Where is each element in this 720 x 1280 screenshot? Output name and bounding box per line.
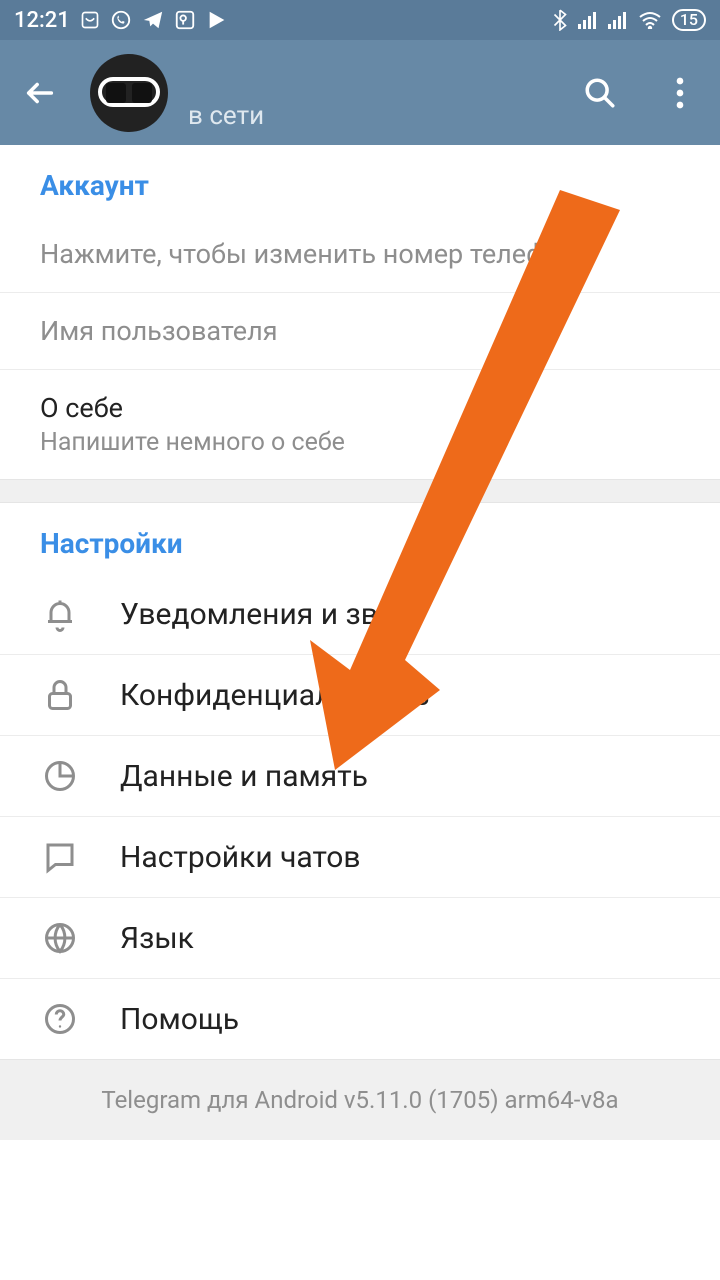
globe-icon <box>30 920 90 956</box>
username-row[interactable]: Имя пользователя <box>0 293 720 370</box>
data-row[interactable]: Данные и память <box>0 736 720 817</box>
bluetooth-icon <box>552 9 568 31</box>
about-title: О себе <box>40 392 680 424</box>
section-divider <box>0 479 720 503</box>
battery-indicator: 15 <box>672 9 706 31</box>
status-bar: 12:21 15 <box>0 0 720 40</box>
user-status: в сети <box>188 101 264 131</box>
privacy-row[interactable]: Конфиденциальность <box>0 655 720 736</box>
play-store-icon <box>206 9 228 31</box>
signal-2-icon <box>608 11 628 29</box>
settings-section-title: Настройки <box>0 503 720 574</box>
settings-section: Настройки Уведомления и звук Конфиденциа… <box>0 503 720 1059</box>
lock-icon <box>30 677 90 713</box>
pie-chart-icon <box>30 758 90 794</box>
language-label: Язык <box>120 921 194 956</box>
maps-icon <box>174 9 196 31</box>
more-menu-button[interactable] <box>660 73 700 113</box>
notifications-label: Уведомления и звук <box>120 597 408 632</box>
back-button[interactable] <box>20 73 60 113</box>
signal-1-icon <box>578 11 598 29</box>
phone-hint: Нажмите, чтобы изменить номер телефона <box>40 238 680 270</box>
app-bar: в сети <box>0 40 720 145</box>
help-row[interactable]: Помощь <box>0 979 720 1059</box>
whatsapp-icon <box>110 9 132 31</box>
help-label: Помощь <box>120 1002 239 1037</box>
chat-icon <box>30 839 90 875</box>
avatar[interactable] <box>90 54 168 132</box>
chats-label: Настройки чатов <box>120 840 361 875</box>
version-text: Telegram для Android v5.11.0 (1705) arm6… <box>101 1086 618 1114</box>
account-section-title: Аккаунт <box>0 145 720 216</box>
about-row[interactable]: О себе Напишите немного о себе <box>0 370 720 479</box>
wifi-icon <box>638 11 662 29</box>
account-section: Аккаунт Нажмите, чтобы изменить номер те… <box>0 145 720 479</box>
bell-icon <box>30 596 90 632</box>
about-hint: Напишите немного о себе <box>40 428 680 457</box>
version-footer: Telegram для Android v5.11.0 (1705) arm6… <box>0 1059 720 1140</box>
chats-row[interactable]: Настройки чатов <box>0 817 720 898</box>
privacy-label: Конфиденциальность <box>120 678 430 713</box>
content-scroll[interactable]: Аккаунт Нажмите, чтобы изменить номер те… <box>0 145 720 1280</box>
phone-row[interactable]: Нажмите, чтобы изменить номер телефона <box>0 216 720 293</box>
notifications-row[interactable]: Уведомления и звук <box>0 574 720 655</box>
search-button[interactable] <box>580 73 620 113</box>
data-label: Данные и память <box>120 759 368 794</box>
app-icon-1 <box>80 10 100 30</box>
battery-level: 15 <box>680 11 698 29</box>
telegram-icon <box>142 9 164 31</box>
language-row[interactable]: Язык <box>0 898 720 979</box>
status-time: 12:21 <box>14 8 70 33</box>
username-label: Имя пользователя <box>40 315 680 347</box>
help-icon <box>30 1001 90 1037</box>
